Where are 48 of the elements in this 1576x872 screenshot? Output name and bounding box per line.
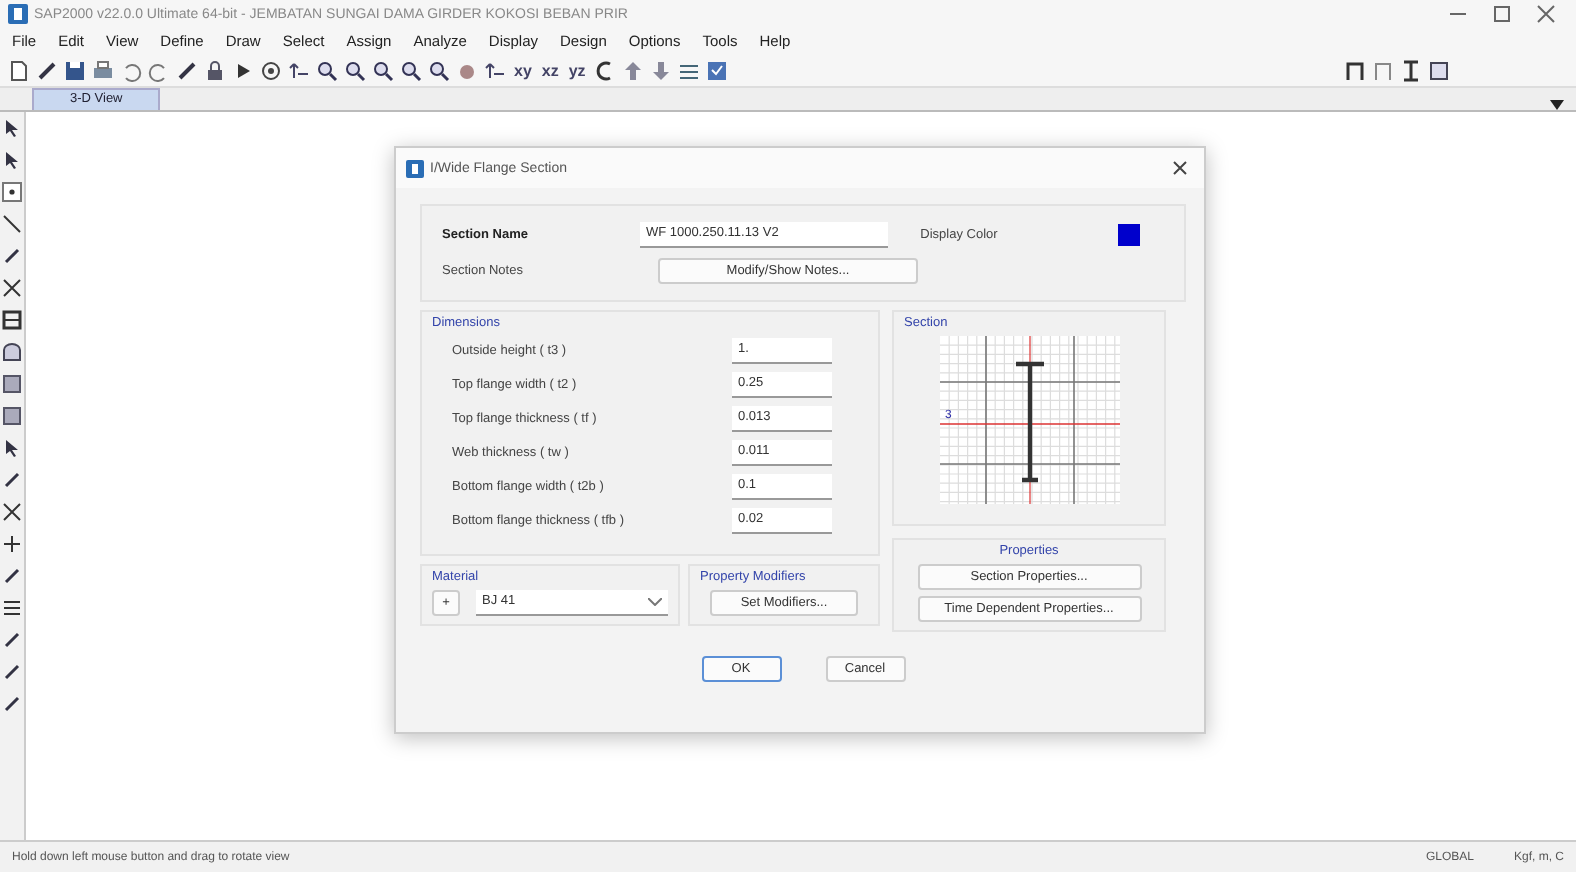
down-arrow-icon[interactable] [649,59,672,81]
zoom-icon[interactable] [428,59,450,81]
plus-icon[interactable] [2,534,22,554]
pencil-icon[interactable] [36,59,58,81]
zoom-icon[interactable] [400,59,422,81]
pencil-icon[interactable] [176,59,198,81]
grid-icon[interactable] [677,59,700,81]
play-icon[interactable] [232,59,254,81]
app-logo-icon [406,159,424,177]
print-icon[interactable] [92,59,114,81]
save-icon[interactable] [64,59,86,81]
maximize-icon[interactable] [1492,4,1512,24]
list-icon[interactable] [2,598,22,618]
pencil-icon[interactable] [2,566,22,586]
frame-icon[interactable] [2,310,22,330]
arrows-icon[interactable] [288,59,310,81]
close-icon[interactable] [1536,4,1556,24]
view-plane-button[interactable]: xz [539,61,561,79]
dropdown-arrow-icon[interactable] [1550,100,1564,110]
lock-icon[interactable] [204,59,226,81]
square-icon[interactable] [1428,59,1450,81]
square-icon[interactable] [2,374,22,394]
point-icon[interactable] [2,182,22,202]
line-icon[interactable] [2,214,22,234]
cross-icon[interactable] [2,502,22,522]
undo-icon[interactable] [120,59,142,81]
new-file-icon[interactable] [8,59,30,81]
square-icon[interactable] [2,406,22,426]
pencil-icon[interactable] [2,470,22,490]
zoom-icon[interactable] [316,59,338,81]
pointer-icon[interactable] [2,438,22,458]
view-plane-button[interactable]: xy [512,61,534,79]
pencil-icon[interactable] [2,246,22,266]
frame-icon[interactable] [1344,59,1366,81]
redo-icon[interactable] [148,59,170,81]
chevron-down-icon [648,598,662,606]
zoom-icon[interactable] [344,59,366,81]
close-icon[interactable] [1172,160,1188,176]
zoom-icon[interactable] [372,59,394,81]
target-icon[interactable] [260,59,282,81]
color-swatch[interactable] [1118,224,1140,246]
arch-icon[interactable] [2,342,22,362]
rotate-icon[interactable] [593,59,616,81]
checkbox-icon[interactable] [705,59,728,81]
view-plane-button[interactable]: yz [566,61,588,79]
i-beam-icon[interactable] [1400,59,1422,81]
cross-icon[interactable] [2,278,22,298]
arrows-icon[interactable] [484,59,506,81]
